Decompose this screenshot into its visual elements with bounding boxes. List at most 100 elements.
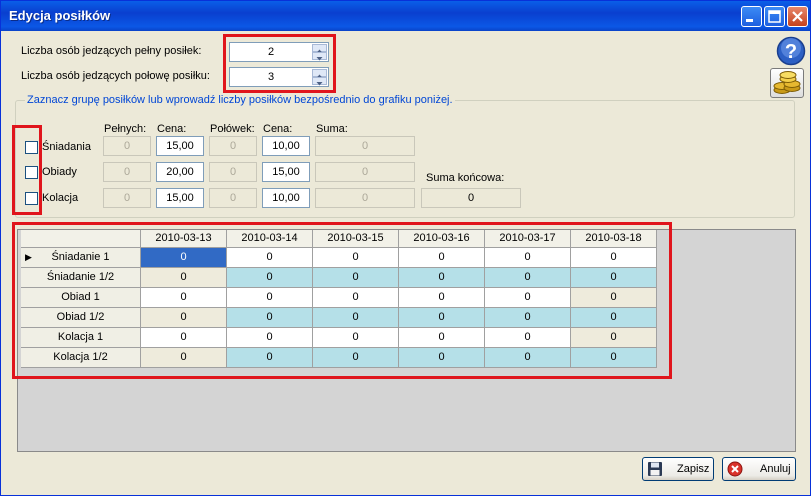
supper-half-price-field[interactable]: 10,00 (262, 188, 310, 208)
half-meal-count-stepper[interactable] (229, 67, 329, 87)
grid-row-header[interactable]: Kolacja 1 (21, 328, 141, 348)
save-button-label: Zapisz (677, 463, 710, 475)
coins-icon (773, 71, 801, 94)
breakfast-half-field[interactable]: 0 (209, 136, 257, 156)
grid-cell[interactable]: 0 (141, 348, 227, 368)
grid-cell[interactable]: 0 (227, 248, 313, 268)
stepper-arrows[interactable] (312, 69, 327, 86)
grid-cell[interactable]: 0 (571, 248, 657, 268)
grid-cell[interactable]: 0 (399, 328, 485, 348)
dinner-half-price-field[interactable]: 15,00 (262, 162, 310, 182)
grid-cell[interactable]: 0 (485, 268, 571, 288)
grid-cell[interactable]: 0 (227, 348, 313, 368)
dinner-checkbox[interactable] (25, 166, 38, 179)
stepper-arrows[interactable] (312, 44, 327, 61)
grid-cell[interactable]: 0 (571, 288, 657, 308)
half-meal-count-input[interactable] (232, 69, 310, 85)
sum-header: Suma: (316, 123, 348, 135)
grid-row-header[interactable]: Obiad 1/2 (21, 308, 141, 328)
grid-cell[interactable]: 0 (571, 328, 657, 348)
grid-cell[interactable]: 0 (141, 308, 227, 328)
date-column-header[interactable]: 2010-03-13 (141, 230, 227, 248)
meal-schedule-grid[interactable]: 2010-03-13 2010-03-14 2010-03-15 2010-03-16… (21, 230, 661, 370)
grid-row-header[interactable]: Śniadanie 1/2 (21, 268, 141, 288)
increment-button[interactable] (312, 69, 327, 78)
cancel-button-label: Anuluj (760, 463, 791, 475)
grid-row-label: Śniadanie 1/2 (46, 271, 115, 283)
supper-price-field[interactable]: 15,00 (156, 188, 204, 208)
breakfast-half-price-field[interactable]: 10,00 (262, 136, 310, 156)
breakfast-price-field[interactable]: 15,00 (156, 136, 204, 156)
grid-cell[interactable]: 0 (485, 348, 571, 368)
breakfast-checkbox[interactable] (25, 141, 38, 154)
date-column-header[interactable]: 2010-03-17 (485, 230, 571, 248)
maximize-button[interactable] (764, 6, 785, 27)
full-header: Pełnych: (104, 123, 147, 135)
grid-cell[interactable]: 0 (313, 328, 399, 348)
supper-sum-field: 0 (315, 188, 415, 208)
grid-cell[interactable]: 0 (571, 348, 657, 368)
grid-corner (21, 230, 141, 248)
grid-cell[interactable]: 0 (399, 288, 485, 308)
grid-cell[interactable]: 0 (313, 348, 399, 368)
grid-row-header[interactable]: Kolacja 1/2 (21, 348, 141, 368)
grid-cell[interactable]: 0 (399, 308, 485, 328)
grid-cell[interactable]: 0 (571, 268, 657, 288)
current-row-indicator-icon: ▶ (25, 252, 32, 262)
date-column-header[interactable]: 2010-03-18 (571, 230, 657, 248)
grid-row-label: Obiad 1/2 (56, 311, 105, 323)
decrement-button[interactable] (312, 77, 327, 86)
half-header: Połówek: (210, 123, 255, 135)
grid-cell[interactable]: 0 (485, 288, 571, 308)
grid-row-label: Śniadanie 1 (51, 251, 110, 263)
grid-cell[interactable]: 0 (313, 288, 399, 308)
grid-cell[interactable]: 0 (141, 268, 227, 288)
grid-cell[interactable]: 0 (313, 268, 399, 288)
breakfast-full-field[interactable]: 0 (103, 136, 151, 156)
supper-checkbox[interactable] (25, 192, 38, 205)
full-meal-count-input[interactable] (232, 44, 310, 60)
grid-cell[interactable]: 0 (227, 288, 313, 308)
date-column-header[interactable]: 2010-03-15 (313, 230, 399, 248)
floppy-disk-icon (648, 462, 662, 476)
grid-cell[interactable]: 0 (313, 308, 399, 328)
minimize-button[interactable] (741, 6, 762, 27)
cancel-button[interactable]: Anuluj (722, 457, 796, 481)
grid-cell[interactable]: 0 (485, 248, 571, 268)
grid-cell[interactable]: 0 (399, 268, 485, 288)
date-column-header[interactable]: 2010-03-16 (399, 230, 485, 248)
grid-row-header[interactable]: ▶ Śniadanie 1 (21, 248, 141, 268)
grid-cell[interactable]: 0 (227, 328, 313, 348)
grid-cell[interactable]: 0 (313, 248, 399, 268)
title-bar[interactable]: Edycja posiłków (1, 1, 810, 31)
coins-button[interactable] (770, 68, 804, 98)
full-meal-count-stepper[interactable] (229, 42, 329, 62)
dinner-label: Obiady (42, 166, 77, 178)
dinner-full-field[interactable]: 0 (103, 162, 151, 182)
cancel-icon (727, 461, 743, 477)
grid-cell[interactable]: 0 (141, 248, 227, 268)
save-button[interactable]: Zapisz (642, 457, 714, 481)
grid-cell[interactable]: 0 (227, 268, 313, 288)
grid-cell[interactable]: 0 (485, 328, 571, 348)
help-button[interactable]: ? (776, 36, 806, 66)
supper-full-field[interactable]: 0 (103, 188, 151, 208)
date-column-header[interactable]: 2010-03-14 (227, 230, 313, 248)
grid-cell[interactable]: 0 (141, 288, 227, 308)
help-icon: ? (776, 36, 806, 66)
supper-half-field[interactable]: 0 (209, 188, 257, 208)
meal-edit-window: Edycja posiłków Liczba osób jedzących pe… (0, 0, 811, 496)
grid-cell[interactable]: 0 (141, 328, 227, 348)
dinner-price-field[interactable]: 20,00 (156, 162, 204, 182)
decrement-button[interactable] (312, 52, 327, 61)
grid-cell[interactable]: 0 (571, 308, 657, 328)
grid-cell[interactable]: 0 (227, 308, 313, 328)
dinner-half-field[interactable]: 0 (209, 162, 257, 182)
increment-button[interactable] (312, 44, 327, 53)
grid-cell[interactable]: 0 (485, 308, 571, 328)
grid-row-header[interactable]: Obiad 1 (21, 288, 141, 308)
supper-label: Kolacja (42, 192, 79, 204)
grid-cell[interactable]: 0 (399, 248, 485, 268)
grid-cell[interactable]: 0 (399, 348, 485, 368)
close-button[interactable] (787, 6, 808, 27)
